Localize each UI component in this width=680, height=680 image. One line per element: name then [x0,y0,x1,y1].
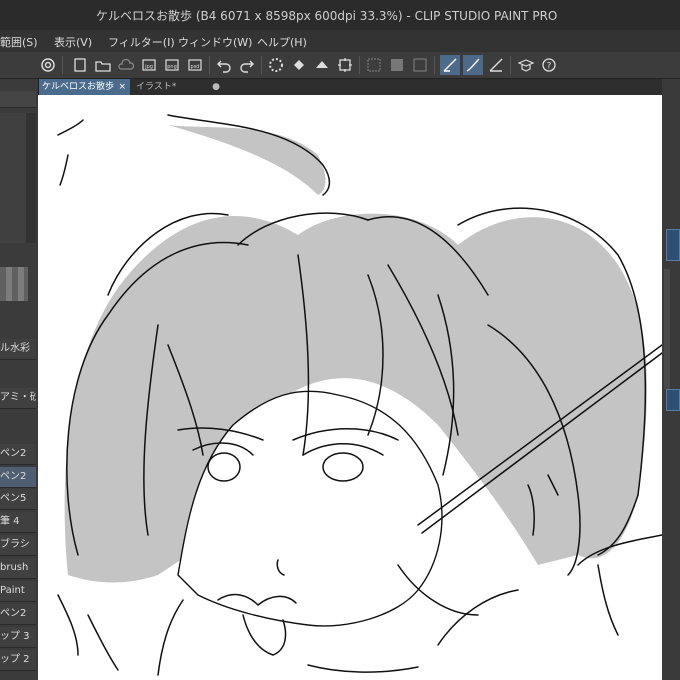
new-file-icon[interactable] [70,55,90,75]
invert-selection-icon[interactable] [364,55,384,75]
panel-list [0,113,26,243]
brush-item[interactable]: ップ 2 [0,650,36,671]
drawing-canvas[interactable] [38,95,662,680]
menu-selection[interactable]: 範囲(S) [0,34,38,50]
sketch-artwork [57,114,662,676]
menu-filter[interactable]: フィルター(I) [108,34,175,50]
close-icon[interactable]: × [118,79,126,95]
save-cloud-icon[interactable] [116,55,136,75]
menu-help[interactable]: ヘルプ(H) [257,34,307,50]
fill-icon[interactable] [289,55,309,75]
stroke-icon[interactable] [463,55,483,75]
brush-item[interactable]: ル水彩 [0,339,36,360]
export-jpg-icon[interactable]: jpg [139,55,159,75]
svg-text:psd: psd [191,64,200,70]
transform-selection-icon[interactable] [410,55,430,75]
right-panel [662,79,680,680]
svg-text:jpg: jpg [144,64,153,70]
clip-studio-logo-icon[interactable] [38,55,58,75]
brush-item-selected[interactable]: ペン2 [0,467,36,488]
color-swatches[interactable] [0,267,28,301]
svg-text:?: ? [547,62,552,72]
select-all-icon[interactable] [387,55,407,75]
help-icon[interactable]: ? [539,55,559,75]
pen-pressure-icon[interactable] [440,55,460,75]
panel-tab[interactable] [666,229,680,261]
panel-header[interactable] [0,91,36,108]
scrollbar[interactable] [26,113,36,243]
deselect-icon[interactable] [335,55,355,75]
scrollbar[interactable] [664,269,670,389]
tab-kerberos-walk[interactable]: ケルベロスお散歩 × [38,79,130,95]
title-bar: ケルベロスお散歩 (B4 6071 x 8598px 600dpi 33.3%)… [0,0,680,30]
menu-view[interactable]: 表示(V) [54,34,92,50]
brush-item[interactable]: ップ 3 [0,627,36,648]
panel-tab[interactable] [666,389,680,411]
redo-icon[interactable] [237,55,257,75]
export-psd-icon[interactable]: psd [185,55,205,75]
brush-item[interactable]: アミ・砂 [0,388,36,409]
brush-item[interactable]: ペン2 [0,604,36,625]
svg-text:png: png [167,64,177,70]
loading-icon[interactable] [266,55,286,75]
undo-icon[interactable] [214,55,234,75]
unsaved-dot-icon[interactable]: ● [212,79,220,95]
tab-illust[interactable]: イラスト* ● [132,79,224,95]
menu-bar: 範囲(S) 表示(V) フィルター(I) ウィンドウ(W) ヘルプ(H) [0,30,680,52]
ruler-icon[interactable] [486,55,506,75]
left-panel: ル水彩 アミ・砂 ペン2 ペン2 ペン5 筆 4 ブラシ brush Paint… [0,79,39,680]
brush-item[interactable]: 筆 4 [0,512,36,533]
brush-item[interactable]: ペン2 [0,444,36,465]
brush-item[interactable]: ブラシ [0,535,36,556]
tab-label: ケルベロスお散歩 [42,82,115,92]
learn-icon[interactable] [516,55,536,75]
brush-item[interactable]: brush [0,558,36,579]
open-file-icon[interactable] [93,55,113,75]
transform-icon[interactable] [312,55,332,75]
document-tab-bar: ケルベロスお散歩 × イラスト* ● [38,79,668,95]
command-bar: jpg png psd ? [0,52,680,79]
window-title: ケルベロスお散歩 (B4 6071 x 8598px 600dpi 33.3%)… [96,9,558,23]
brush-item[interactable]: ペン5 [0,489,36,510]
export-png-icon[interactable]: png [162,55,182,75]
brush-item[interactable]: Paint [0,581,36,602]
menu-window[interactable]: ウィンドウ(W) [178,34,252,50]
tab-label: イラスト* [136,82,177,92]
